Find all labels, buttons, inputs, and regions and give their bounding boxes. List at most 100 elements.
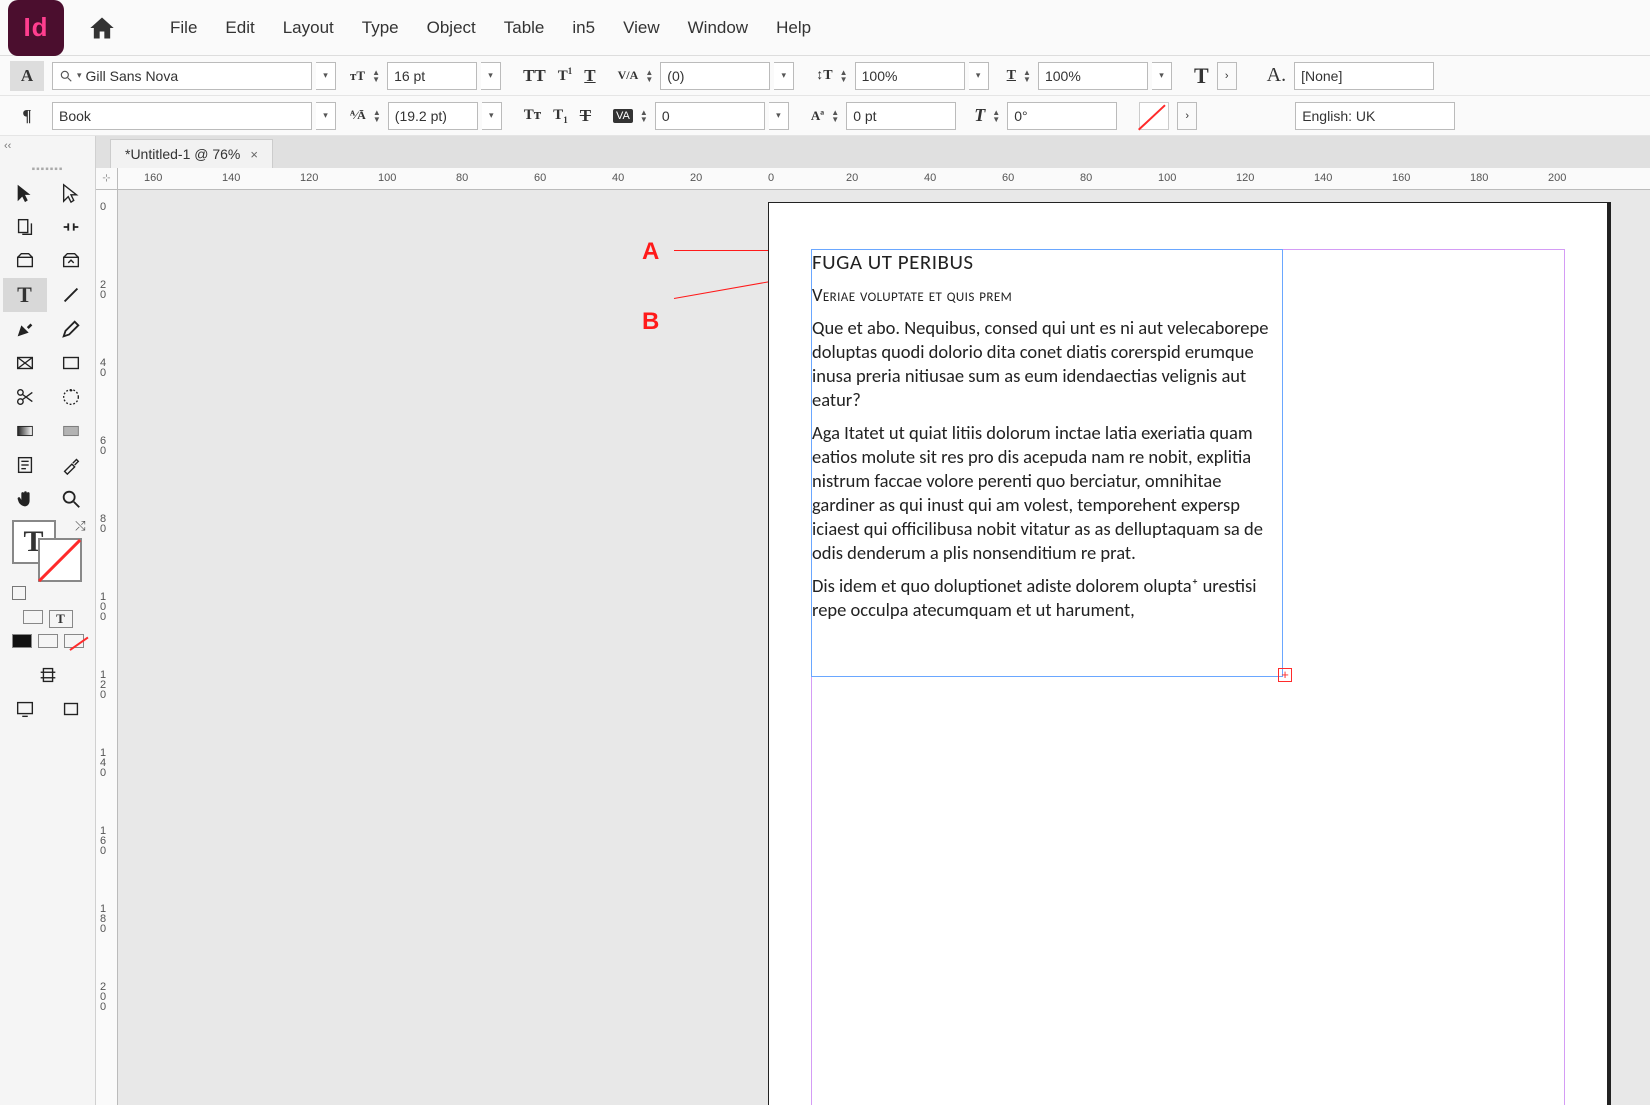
scissors-tool[interactable] (3, 380, 47, 414)
horizontal-scale-dropdown[interactable]: ▾ (1152, 62, 1172, 90)
ruler-origin[interactable]: ⊹ (96, 168, 118, 190)
vertical-scale-dropdown[interactable]: ▾ (969, 62, 989, 90)
toolbox-grip[interactable]: ▪▪▪▪▪▪▪ (28, 164, 68, 170)
vertical-scale-field[interactable]: 100% (855, 62, 965, 90)
font-size-spinner[interactable]: ▲▼ (369, 69, 383, 83)
rectangle-tool[interactable] (49, 346, 93, 380)
language-field[interactable]: English: UK (1295, 102, 1455, 130)
char-style-field[interactable]: [None] (1294, 62, 1434, 90)
stroke-swatch[interactable] (38, 538, 82, 582)
apply-color-icon[interactable] (12, 634, 32, 648)
menu-table[interactable]: Table (504, 18, 545, 38)
horizontal-scale-spinner[interactable]: ▲▼ (1020, 69, 1034, 83)
zoom-tool[interactable] (49, 482, 93, 516)
menu-type[interactable]: Type (362, 18, 399, 38)
kerning-dropdown[interactable]: ▾ (774, 62, 794, 90)
text-subheading[interactable]: Veriae voluptate et quis prem (812, 283, 1282, 307)
gradient-swatch-tool[interactable] (3, 414, 47, 448)
content-placer-tool[interactable] (49, 244, 93, 278)
type-tool[interactable]: T (3, 278, 47, 312)
ruler-horizontal[interactable]: 1601401201008060402002040608010012014016… (118, 168, 1650, 190)
expand-panels-icon[interactable]: ‹‹ (4, 140, 11, 152)
font-family-dropdown[interactable]: ▾ (316, 62, 336, 90)
superscript-icon[interactable]: T1 (558, 66, 573, 85)
vertical-scale-spinner[interactable]: ▲▼ (837, 69, 851, 83)
home-button[interactable] (82, 8, 122, 48)
rectangle-frame-tool[interactable] (3, 346, 47, 380)
rotation-field[interactable]: 0° (1007, 102, 1117, 130)
default-colors-icon[interactable] (12, 586, 26, 600)
close-tab-icon[interactable]: × (250, 147, 258, 162)
overset-text-icon[interactable]: + (1278, 668, 1292, 682)
fill-color-icon[interactable]: T (1194, 63, 1209, 89)
ruler-tick-label: 20 (100, 280, 106, 300)
gradient-feather-tool[interactable] (49, 414, 93, 448)
font-family-field[interactable]: ▾ Gill Sans Nova (52, 62, 312, 90)
direct-selection-tool[interactable] (49, 176, 93, 210)
paragraph-mode-icon[interactable]: ¶ (10, 101, 44, 131)
font-size-field[interactable]: 16 pt (387, 62, 477, 90)
note-tool[interactable] (3, 448, 47, 482)
page-tool[interactable] (3, 210, 47, 244)
all-caps-icon[interactable]: TT (523, 66, 546, 86)
content-collector-tool[interactable] (3, 244, 47, 278)
tracking-spinner[interactable]: ▲▼ (637, 109, 651, 123)
formatting-container-icon[interactable] (23, 610, 43, 624)
view-mode-normal-icon[interactable] (26, 658, 70, 692)
swap-fill-stroke-icon[interactable]: ⤭ (75, 518, 85, 534)
horizontal-scale-field[interactable]: 100% (1038, 62, 1148, 90)
rotation-spinner[interactable]: ▲▼ (989, 109, 1003, 123)
hand-tool[interactable] (3, 482, 47, 516)
menu-help[interactable]: Help (776, 18, 811, 38)
page-viewport[interactable]: A B FUGA UT PERIBUS Veriae voluptate et … (118, 190, 1650, 1105)
small-caps-icon[interactable]: Tᴛ (524, 107, 541, 124)
selection-tool[interactable] (3, 176, 47, 210)
fill-stroke-swatches[interactable]: T ⤭ (8, 520, 88, 584)
character-mode-icon[interactable]: A (10, 61, 44, 91)
baseline-shift-field[interactable]: 0 pt (846, 102, 956, 130)
gap-tool[interactable] (49, 210, 93, 244)
text-paragraph[interactable]: Dis idem et quo doluptionet adiste dolor… (812, 574, 1282, 622)
menu-edit[interactable]: Edit (225, 18, 254, 38)
ruler-vertical[interactable]: 020406080100120140160180200 (96, 190, 118, 1105)
eyedropper-tool[interactable] (49, 448, 93, 482)
font-style-dropdown[interactable]: ▾ (316, 102, 336, 130)
document-tab[interactable]: *Untitled-1 @ 76% × (110, 139, 273, 168)
menu-object[interactable]: Object (427, 18, 476, 38)
text-paragraph[interactable]: Aga Itatet ut quiat litiis dolorum incta… (812, 421, 1282, 565)
preview-mode-icon[interactable] (49, 692, 93, 726)
menu-in5[interactable]: in5 (572, 18, 595, 38)
tracking-dropdown[interactable]: ▾ (769, 102, 789, 130)
stroke-color-icon[interactable] (1139, 102, 1169, 130)
apply-none-icon[interactable] (64, 634, 84, 648)
underline-icon[interactable]: T (584, 66, 595, 86)
kerning-spinner[interactable]: ▲▼ (642, 69, 656, 83)
baseline-shift-spinner[interactable]: ▲▼ (828, 109, 842, 123)
menu-file[interactable]: File (170, 18, 197, 38)
text-frame[interactable]: FUGA UT PERIBUS Veriae voluptate et quis… (811, 249, 1283, 677)
font-size-dropdown[interactable]: ▾ (481, 62, 501, 90)
menu-layout[interactable]: Layout (283, 18, 334, 38)
free-transform-tool[interactable] (49, 380, 93, 414)
pen-tool[interactable] (3, 312, 47, 346)
menu-view[interactable]: View (623, 18, 660, 38)
pencil-tool[interactable] (49, 312, 93, 346)
menu-window[interactable]: Window (688, 18, 748, 38)
leading-field[interactable]: (19.2 pt) (388, 102, 478, 130)
text-heading[interactable]: FUGA UT PERIBUS (812, 250, 1282, 274)
leading-spinner[interactable]: ▲▼ (370, 109, 384, 123)
leading-dropdown[interactable]: ▾ (482, 102, 502, 130)
strikethrough-icon[interactable]: T (580, 106, 591, 126)
apply-gradient-icon[interactable] (38, 634, 58, 648)
page[interactable]: FUGA UT PERIBUS Veriae voluptate et quis… (768, 202, 1608, 1105)
kerning-field[interactable]: (0) (660, 62, 770, 90)
fill-arrow-icon[interactable]: › (1217, 62, 1237, 90)
screen-mode-icon[interactable] (3, 692, 47, 726)
font-style-field[interactable]: Book (52, 102, 312, 130)
stroke-arrow-icon[interactable]: › (1177, 102, 1197, 130)
formatting-text-icon[interactable]: T (49, 610, 73, 628)
subscript-icon[interactable]: T1 (553, 107, 568, 125)
text-paragraph[interactable]: Que et abo. Nequibus, consed qui unt es … (812, 316, 1282, 412)
line-tool[interactable] (49, 278, 93, 312)
tracking-field[interactable]: 0 (655, 102, 765, 130)
